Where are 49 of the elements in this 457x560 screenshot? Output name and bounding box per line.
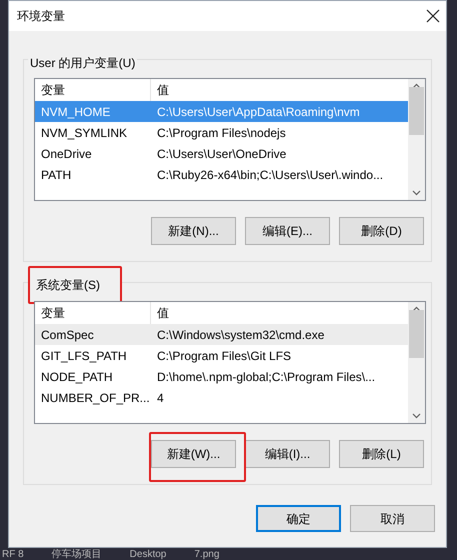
taskbar-label[interactable]: 7.png: [194, 550, 220, 560]
list-row[interactable]: PATH C:\Ruby26-x64\bin;C:\Users\User\.windo...: [35, 164, 408, 185]
scrollbar[interactable]: [408, 79, 425, 200]
list-row[interactable]: NVM_SYMLINK C:\Program Files\nodejs: [35, 122, 408, 143]
variable-name: ComSpec: [40, 326, 95, 344]
window-title: 环境变量: [17, 8, 65, 25]
variable-name: GIT_LFS_PATH: [40, 348, 128, 364]
variable-name: NODE_PATH: [40, 368, 114, 386]
variable-name: PATH: [40, 166, 72, 184]
group-label: 系统变量(S): [36, 278, 100, 292]
dialog-button[interactable]: 确定: [256, 505, 341, 532]
action-button[interactable]: 删除(L): [339, 440, 424, 468]
list-row[interactable]: NUMBER_OF_PR... 4: [35, 387, 408, 408]
taskbar-label[interactable]: 停车场项目: [52, 550, 102, 560]
variable-value: C:\Program Files\Git LFS: [156, 348, 292, 364]
action-button[interactable]: 编辑(I)...: [245, 440, 330, 468]
scrollbar[interactable]: [408, 302, 425, 423]
taskbar-label[interactable]: RF 8: [2, 550, 24, 560]
action-button[interactable]: 编辑(E)...: [245, 217, 330, 245]
variable-value: 4: [156, 390, 165, 406]
list-row[interactable]: GIT_LFS_PATH C:\Program Files\Git LFS: [35, 345, 408, 366]
variable-value: C:\Program Files\nodejs: [156, 124, 287, 142]
variable-name: NVM_HOME: [40, 104, 112, 120]
close-icon[interactable]: [426, 9, 440, 23]
list-row[interactable]: OneDrive C:\Users\User\OneDrive: [35, 143, 408, 164]
taskbar-label[interactable]: Desktop: [130, 550, 166, 560]
variable-name: NUMBER_OF_PR...: [40, 390, 151, 406]
scroll-down-icon[interactable]: [412, 190, 421, 196]
variable-value: C:\Windows\system32\cmd.exe: [156, 326, 326, 344]
dialog-button[interactable]: 取消: [350, 505, 435, 532]
action-button[interactable]: 删除(D): [339, 217, 424, 245]
list-row[interactable]: NODE_PATH D:\home\.npm-global;C:\Program Files\...: [35, 366, 408, 387]
variable-value: C:\Ruby26-x64\bin;C:\Users\User\.windo...: [156, 166, 384, 184]
column-header[interactable]: 值: [151, 79, 408, 101]
variable-value: C:\Users\User\OneDrive: [156, 146, 288, 162]
scroll-down-icon[interactable]: [412, 413, 421, 419]
variable-name: NVM_SYMLINK: [40, 124, 128, 142]
column-header[interactable]: 值: [151, 302, 408, 324]
scroll-up-icon[interactable]: [412, 306, 421, 312]
scroll-up-icon[interactable]: [412, 83, 421, 89]
scrollbar-thumb[interactable]: [409, 87, 424, 135]
group-label: User 的用户变量(U): [30, 56, 136, 70]
action-button[interactable]: 新建(W)...: [151, 440, 236, 468]
action-button[interactable]: 新建(N)...: [151, 217, 236, 245]
variable-value: C:\Users\User\AppData\Roaming\nvm: [156, 104, 361, 120]
list-row[interactable]: ComSpec C:\Windows\system32\cmd.exe: [35, 324, 408, 345]
scrollbar-thumb[interactable]: [409, 310, 424, 358]
variable-name: OneDrive: [40, 146, 93, 162]
variable-value: D:\home\.npm-global;C:\Program Files\...: [156, 368, 376, 386]
